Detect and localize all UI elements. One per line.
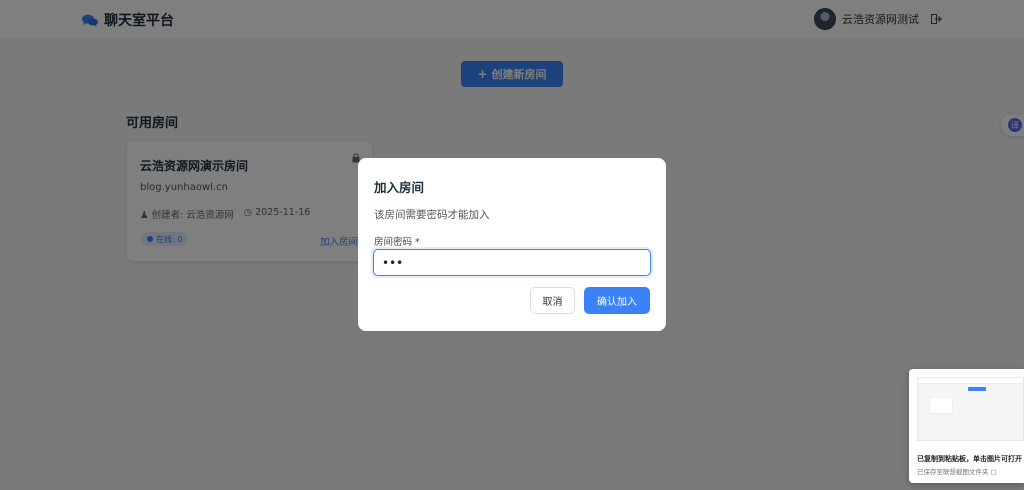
password-label: 房间密码 * xyxy=(374,237,420,248)
folder-icon[interactable]: □ xyxy=(991,468,997,476)
join-room-dialog: 加入房间 该房间需要密码才能加入 房间密码 * 取消 确认加入 xyxy=(358,158,666,331)
cancel-button[interactable]: 取消 xyxy=(530,287,575,314)
notification-subtitle: 已保存至联想截图文件夹 □ xyxy=(917,466,997,476)
confirm-join-button[interactable]: 确认加入 xyxy=(584,287,650,314)
notification-subtitle-text: 已保存至联想截图文件夹 xyxy=(917,468,989,476)
password-input[interactable] xyxy=(373,249,651,276)
screenshot-thumbnail[interactable] xyxy=(917,377,1024,441)
screenshot-notification[interactable]: 已复制到粘贴板，单击图片可打开 已保存至联想截图文件夹 □ xyxy=(909,369,1024,483)
dialog-title: 加入房间 xyxy=(374,180,425,195)
notification-title: 已复制到粘贴板，单击图片可打开 xyxy=(917,455,1022,463)
dialog-description: 该房间需要密码才能加入 xyxy=(374,209,490,221)
